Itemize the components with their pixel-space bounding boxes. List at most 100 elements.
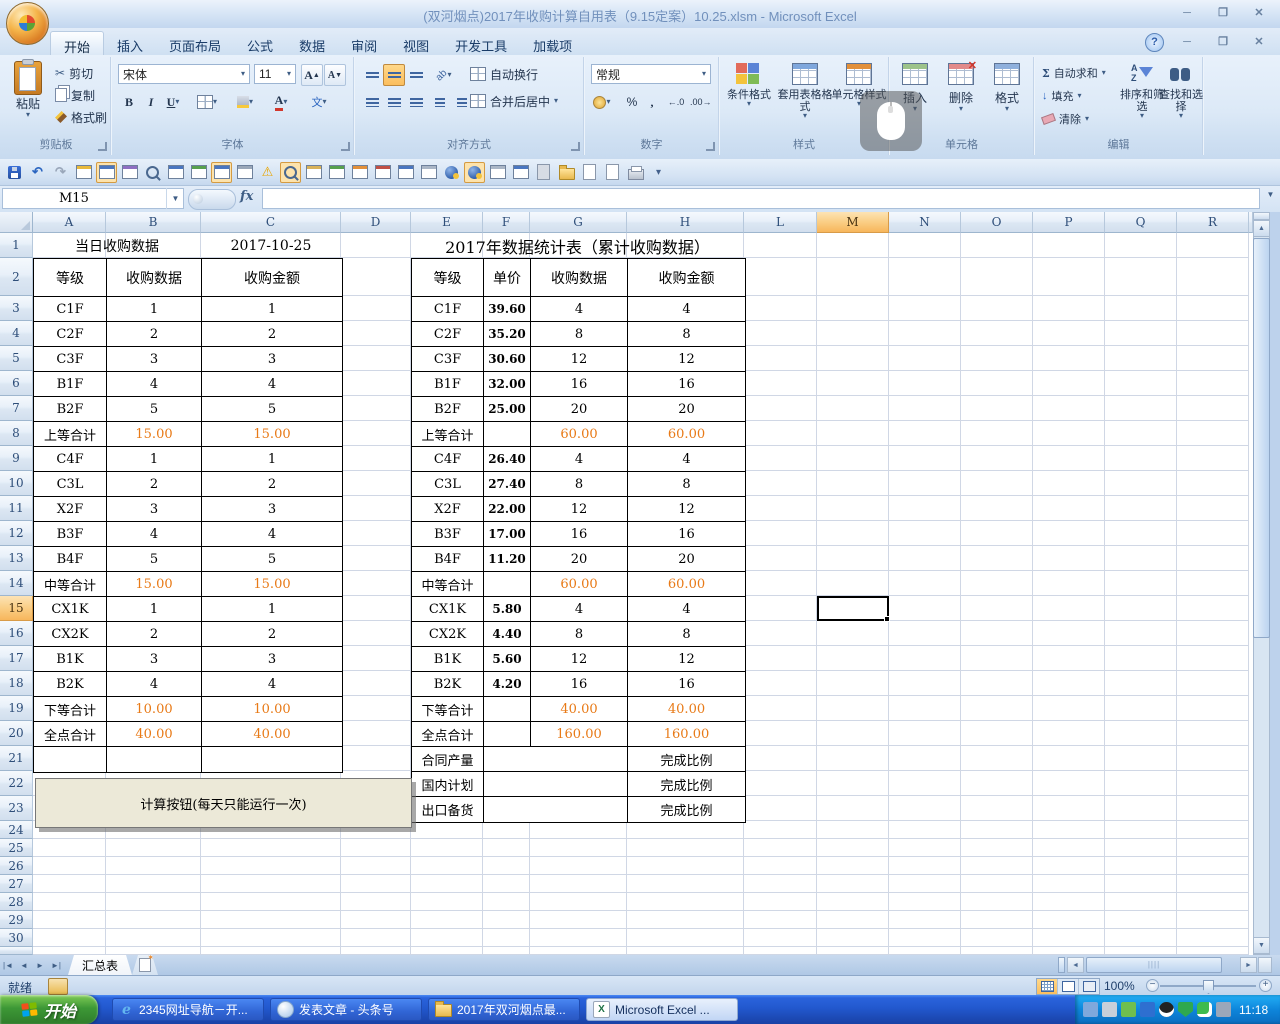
- wrap-text-button[interactable]: 自动换行: [467, 64, 541, 84]
- italic-button[interactable]: I: [140, 91, 162, 113]
- cell[interactable]: 8: [628, 622, 745, 647]
- cell[interactable]: [484, 797, 628, 822]
- align-center-button[interactable]: [383, 91, 405, 113]
- split-handle[interactable]: [1253, 212, 1270, 220]
- align-middle-button[interactable]: [383, 64, 405, 86]
- cell[interactable]: C1F: [412, 297, 484, 322]
- browser-tray-icon[interactable]: [1140, 1002, 1155, 1017]
- delete-cells-button[interactable]: ✕ 删除▾: [940, 63, 982, 112]
- cell[interactable]: C4F: [34, 447, 107, 472]
- cell[interactable]: [484, 747, 628, 772]
- cell[interactable]: 3: [202, 647, 342, 672]
- start-button[interactable]: 开始: [0, 995, 98, 1024]
- cell[interactable]: 35.20: [484, 322, 531, 347]
- row-header-6[interactable]: 6: [0, 371, 33, 396]
- row-header-22[interactable]: 22: [0, 771, 33, 796]
- borders-button[interactable]: ▾: [196, 91, 218, 113]
- row-header-23[interactable]: 23: [0, 796, 33, 821]
- workbook-restore-button[interactable]: ❐: [1210, 33, 1236, 50]
- wechat-icon[interactable]: [1197, 1002, 1212, 1017]
- cell[interactable]: 20: [531, 547, 628, 572]
- cell[interactable]: 收购数据: [107, 259, 202, 297]
- cell[interactable]: 20: [628, 397, 745, 422]
- autosum-button[interactable]: Σ 自动求和▾: [1039, 63, 1109, 83]
- row-header-3[interactable]: 3: [0, 296, 33, 321]
- right-table-title[interactable]: 2017年数据统计表（累计收购数据）: [411, 233, 744, 258]
- cell[interactable]: 16: [531, 522, 628, 547]
- table-disabled-icon[interactable]: [234, 162, 255, 183]
- horizontal-scroll-thumb[interactable]: [1086, 957, 1222, 973]
- web-export-icon[interactable]: [441, 162, 462, 183]
- chart-wizard-icon[interactable]: [73, 162, 94, 183]
- cell[interactable]: 12: [531, 647, 628, 672]
- cell[interactable]: C3F: [412, 347, 484, 372]
- cell[interactable]: [34, 747, 107, 772]
- cell[interactable]: 中等合计: [34, 572, 107, 597]
- cell[interactable]: 1: [107, 597, 202, 622]
- row-header-1[interactable]: 1: [0, 233, 33, 258]
- cell[interactable]: 4: [531, 447, 628, 472]
- column-header-M[interactable]: M: [817, 212, 889, 233]
- cell[interactable]: 4: [628, 297, 745, 322]
- clipboard-dialog-launcher-icon[interactable]: [98, 142, 107, 151]
- cell[interactable]: 4.20: [484, 672, 531, 697]
- cell[interactable]: C1F: [34, 297, 107, 322]
- cell[interactable]: 12: [628, 497, 745, 522]
- taskbar-task-4[interactable]: XMicrosoft Excel ...: [586, 998, 738, 1021]
- orientation-button[interactable]: ab▾: [433, 64, 455, 86]
- row-header-5[interactable]: 5: [0, 346, 33, 371]
- format-cells-button[interactable]: 格式▾: [986, 63, 1028, 112]
- cell[interactable]: 4: [628, 597, 745, 622]
- cell[interactable]: 中等合计: [412, 572, 484, 597]
- cell[interactable]: 17.00: [484, 522, 531, 547]
- phonetic-button[interactable]: 文▾: [308, 91, 330, 113]
- column-header-Q[interactable]: Q: [1105, 212, 1177, 233]
- cell[interactable]: CX1K: [34, 597, 107, 622]
- row-header-11[interactable]: 11: [0, 496, 33, 521]
- cell[interactable]: 出口备货: [412, 797, 484, 822]
- cell[interactable]: 2: [107, 472, 202, 497]
- row-header-10[interactable]: 10: [0, 471, 33, 496]
- align-right-button[interactable]: [405, 91, 427, 113]
- column-header-G[interactable]: G: [530, 212, 627, 233]
- row-header-18[interactable]: 18: [0, 671, 33, 696]
- cut-button[interactable]: ✂ 剪切: [52, 63, 96, 83]
- row-header-17[interactable]: 17: [0, 646, 33, 671]
- cell[interactable]: 40.00: [107, 722, 202, 747]
- pivot-table-icon[interactable]: [395, 162, 416, 183]
- cell[interactable]: 5: [107, 547, 202, 572]
- cell[interactable]: 等级: [34, 259, 107, 297]
- zoom-thumb[interactable]: [1203, 980, 1214, 994]
- column-header-D[interactable]: D: [341, 212, 411, 233]
- minimize-button[interactable]: ─: [1174, 4, 1200, 21]
- cell[interactable]: 3: [202, 497, 342, 522]
- increase-font-icon[interactable]: A▲: [301, 64, 323, 86]
- insert-worksheet-tab[interactable]: [132, 955, 158, 975]
- cell[interactable]: 4: [202, 372, 342, 397]
- cell[interactable]: C2F: [412, 322, 484, 347]
- font-color-button[interactable]: A▾: [270, 91, 292, 113]
- insert-function-button[interactable]: [188, 189, 236, 210]
- left-table-date[interactable]: 2017-10-25: [201, 233, 341, 258]
- copy-button[interactable]: 复制: [52, 85, 98, 105]
- cell[interactable]: B1K: [412, 647, 484, 672]
- cell[interactable]: 上等合计: [412, 422, 484, 447]
- cell[interactable]: 15.00: [107, 572, 202, 597]
- row-header-2[interactable]: 2: [0, 258, 33, 296]
- row-header-partial[interactable]: [0, 947, 33, 955]
- cell[interactable]: 8: [531, 622, 628, 647]
- cell[interactable]: 22.00: [484, 497, 531, 522]
- column-header-N[interactable]: N: [889, 212, 961, 233]
- cell[interactable]: 15.00: [202, 422, 342, 447]
- underline-button[interactable]: U▾: [162, 91, 184, 113]
- cell[interactable]: 27.40: [484, 472, 531, 497]
- name-box-chevron-icon[interactable]: ▼: [166, 188, 184, 209]
- cell[interactable]: 12: [628, 347, 745, 372]
- vertical-scroll-thumb[interactable]: [1253, 238, 1270, 638]
- select-all-corner[interactable]: [0, 212, 33, 233]
- cell[interactable]: 40.00: [202, 722, 342, 747]
- column-header-B[interactable]: B: [106, 212, 201, 233]
- qq-icon[interactable]: [1159, 1002, 1174, 1017]
- cell[interactable]: 完成比例: [628, 747, 745, 772]
- cell[interactable]: B3F: [412, 522, 484, 547]
